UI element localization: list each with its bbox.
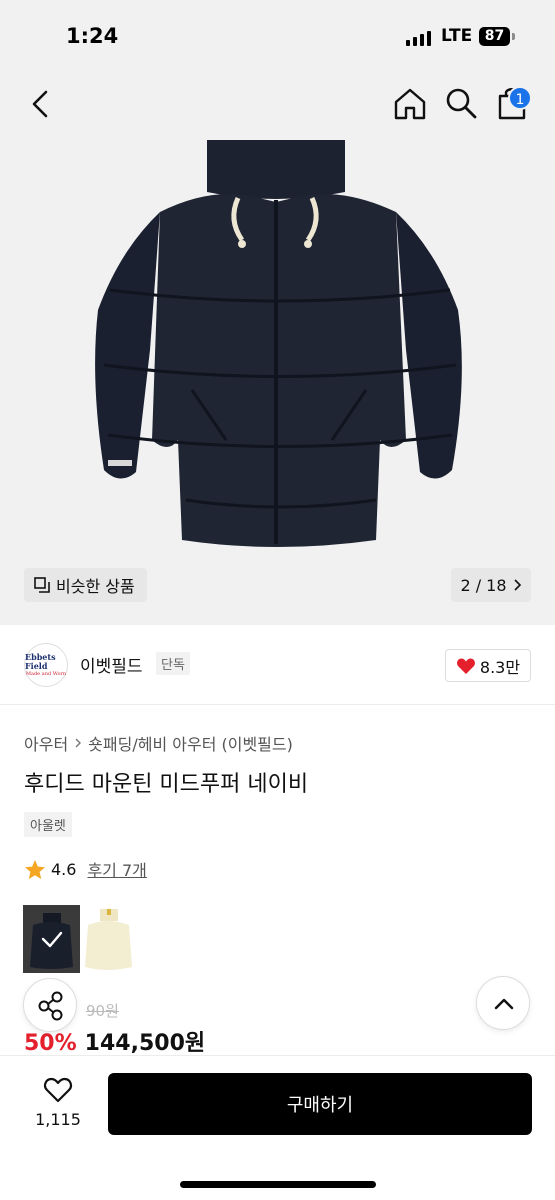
similar-products-button[interactable]: 비슷한 상품 <box>24 568 147 602</box>
rating-score: 4.6 <box>51 859 77 879</box>
brand-like-button[interactable]: 8.3만 <box>445 649 531 682</box>
wishlist-count: 1,115 <box>35 1110 81 1129</box>
breadcrumb-item[interactable]: 숏패딩/헤비 아우터 (이벳필드) <box>88 731 293 755</box>
network-label: LTE <box>441 26 473 46</box>
chevron-right-icon <box>75 738 82 748</box>
battery-icon: 87 <box>479 27 510 46</box>
chevron-right-icon <box>513 579 521 591</box>
image-pager-label: 2 / 18 <box>460 575 507 595</box>
product-image <box>95 140 462 547</box>
heart-outline-icon <box>43 1077 73 1103</box>
cream-jacket-thumbnail <box>80 905 137 973</box>
navy-jacket-thumbnail <box>23 905 80 973</box>
buy-button[interactable]: 구매하기 <box>108 1073 532 1135</box>
battery-tip <box>512 33 515 40</box>
product-image-gallery[interactable]: 비슷한 상품 2 / 18 <box>0 140 555 625</box>
home-indicator <box>180 1181 376 1188</box>
rating-row: 4.6 후기 7개 <box>24 857 147 881</box>
share-button[interactable] <box>23 978 77 1032</box>
status-bar: 1:24 LTE 87 <box>0 0 555 68</box>
search-icon[interactable] <box>444 86 478 120</box>
sale-price: 144,500원 <box>84 1031 206 1056</box>
brand-row: Ebbets Field Made and Worn 이벳필드 단독 8.3만 <box>0 625 555 705</box>
wishlist-button[interactable]: 1,115 <box>28 1076 88 1129</box>
exclusive-badge: 단독 <box>156 652 190 675</box>
chevron-up-icon <box>494 998 514 1010</box>
status-time: 1:24 <box>66 24 119 48</box>
original-price: 90원 <box>86 1002 119 1020</box>
reviews-link[interactable]: 후기 7개 <box>87 857 146 881</box>
signal-icon <box>406 30 431 46</box>
discount-rate: 50% <box>24 1031 77 1056</box>
breadcrumb: 아우터 숏패딩/헤비 아우터 (이벳필드) <box>24 731 293 755</box>
back-icon[interactable] <box>26 88 56 120</box>
share-icon <box>38 991 63 1021</box>
similar-products-label: 비슷한 상품 <box>56 577 135 596</box>
home-icon[interactable] <box>392 86 428 122</box>
color-swatch-cream[interactable] <box>80 905 137 973</box>
cart-count-badge: 1 <box>508 86 532 110</box>
brand-name[interactable]: 이벳필드 <box>80 652 143 677</box>
brand-like-count: 8.3만 <box>479 657 521 677</box>
star-icon <box>25 859 45 879</box>
scroll-to-top-button[interactable] <box>476 976 530 1030</box>
brand-logo[interactable]: Ebbets Field Made and Worn <box>24 643 68 687</box>
heart-filled-icon <box>456 658 475 674</box>
top-nav-bar: 1 <box>0 68 555 140</box>
similar-items-icon <box>34 577 50 593</box>
product-title: 후디드 마운틴 미드푸퍼 네이비 <box>24 772 309 797</box>
image-pager[interactable]: 2 / 18 <box>451 568 531 602</box>
outlet-tag: 아울렛 <box>24 812 72 837</box>
breadcrumb-item[interactable]: 아우터 <box>24 731 68 755</box>
color-swatch-navy[interactable] <box>23 905 80 973</box>
bottom-action-bar: 1,115 구매하기 <box>0 1055 555 1200</box>
